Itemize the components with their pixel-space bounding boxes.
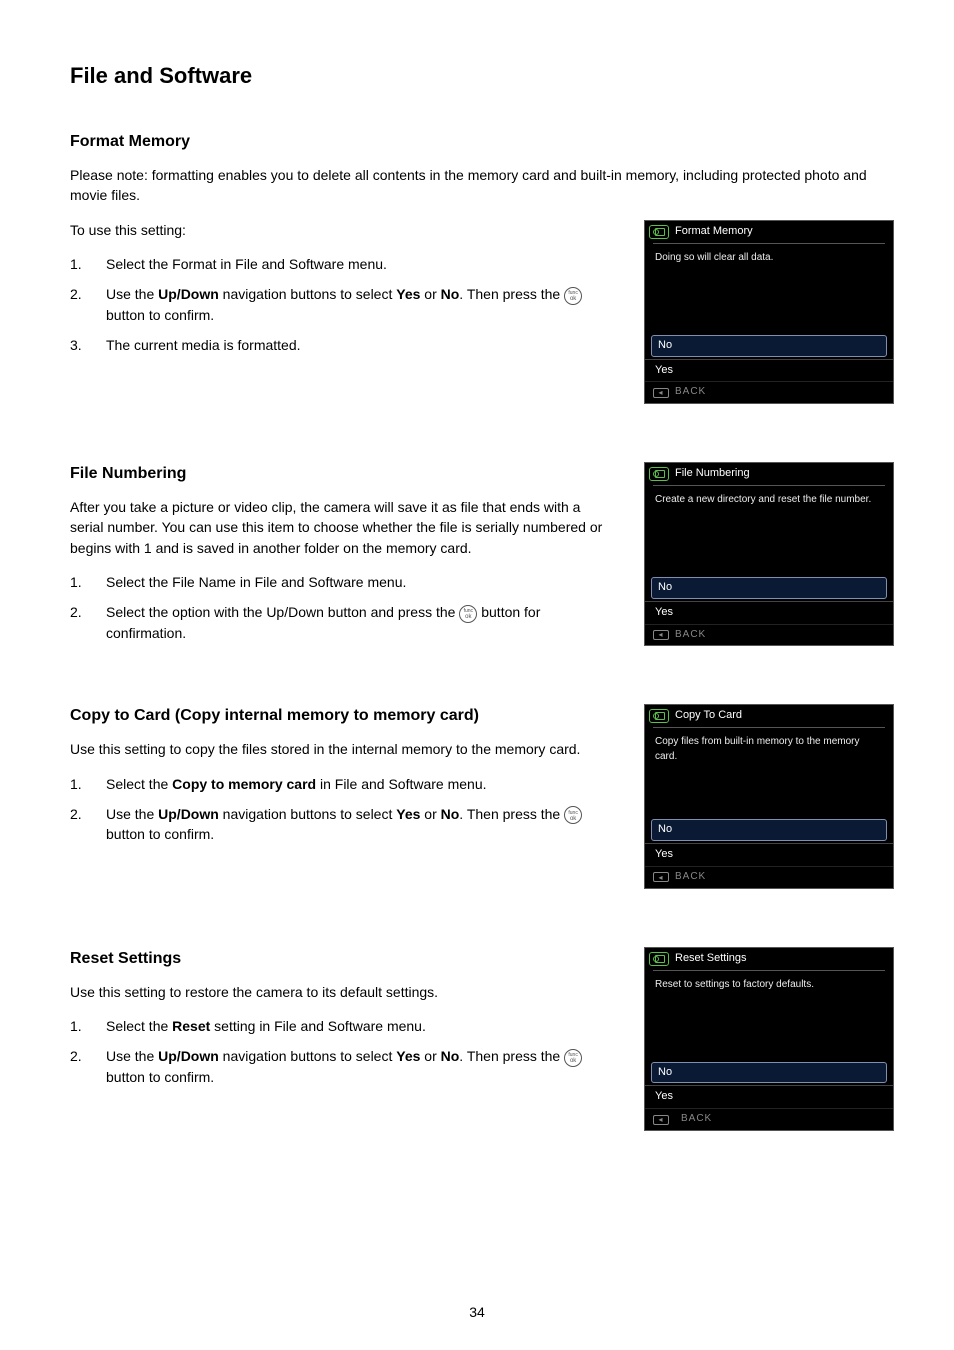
back-icon: ◂ bbox=[653, 388, 669, 398]
screenshot-copy-to-card: Copy To Card Copy files from built-in me… bbox=[644, 704, 894, 888]
section-format-memory: Format Memory Please note: formatting en… bbox=[70, 130, 894, 434]
setup-icon bbox=[649, 952, 669, 966]
back-icon: ◂ bbox=[653, 872, 669, 882]
setup-icon bbox=[649, 709, 669, 723]
setup-icon bbox=[649, 467, 669, 481]
panel-description: Copy files from built-in memory to the m… bbox=[645, 727, 893, 817]
panel-description: Create a new directory and reset the fil… bbox=[645, 485, 893, 575]
panel-title: Copy To Card bbox=[675, 708, 742, 724]
back-label: BACK bbox=[675, 870, 706, 885]
option-no: No bbox=[651, 819, 887, 841]
list-item: Use the Up/Down navigation buttons to se… bbox=[70, 804, 614, 845]
option-yes: Yes bbox=[645, 1085, 893, 1109]
panel-description: Doing so will clear all data. bbox=[645, 243, 893, 333]
list-item: Use the Up/Down navigation buttons to se… bbox=[70, 284, 614, 325]
back-icon: ◂ bbox=[653, 630, 669, 640]
option-yes: Yes bbox=[645, 359, 893, 383]
text-filenum-intro: After you take a picture or video clip, … bbox=[70, 497, 614, 558]
text-format-intro: Please note: formatting enables you to d… bbox=[70, 165, 894, 206]
list-filenum-steps: Select the File Name in File and Softwar… bbox=[70, 572, 614, 643]
list-format-steps: Select the Format in File and Software m… bbox=[70, 254, 614, 355]
panel-description: Reset to settings to factory defaults. bbox=[645, 970, 893, 1060]
back-label: BACK bbox=[675, 628, 706, 643]
option-yes: Yes bbox=[645, 843, 893, 867]
list-item: Select the option with the Up/Down butto… bbox=[70, 602, 614, 643]
list-reset-steps: Select the Reset setting in File and Sof… bbox=[70, 1016, 614, 1087]
option-no: No bbox=[651, 335, 887, 357]
setup-icon bbox=[649, 225, 669, 239]
panel-title: Reset Settings bbox=[675, 951, 747, 967]
list-item: The current media is formatted. bbox=[70, 335, 614, 355]
list-item: Use the Up/Down navigation buttons to se… bbox=[70, 1046, 614, 1087]
text-reset-intro: Use this setting to restore the camera t… bbox=[70, 982, 614, 1002]
option-yes: Yes bbox=[645, 601, 893, 625]
screenshot-file-numbering: File Numbering Create a new directory an… bbox=[644, 462, 894, 646]
screenshot-reset-settings: Reset Settings Reset to settings to fact… bbox=[644, 947, 894, 1131]
option-no: No bbox=[651, 1062, 887, 1084]
list-item: Select the Format in File and Software m… bbox=[70, 254, 614, 274]
list-item: Select the File Name in File and Softwar… bbox=[70, 572, 614, 592]
section-copy-to-card: Copy to Card (Copy internal memory to me… bbox=[70, 704, 894, 918]
list-item: Select the Copy to memory card in File a… bbox=[70, 774, 614, 794]
list-copy-steps: Select the Copy to memory card in File a… bbox=[70, 774, 614, 845]
func-ok-icon: funcok bbox=[564, 287, 582, 305]
func-ok-icon: funcok bbox=[564, 806, 582, 824]
back-label: BACK bbox=[681, 1112, 712, 1127]
page-title: File and Software bbox=[70, 60, 894, 92]
back-label: BACK bbox=[675, 385, 706, 400]
panel-title: File Numbering bbox=[675, 466, 750, 482]
heading-reset-settings: Reset Settings bbox=[70, 947, 614, 970]
section-reset-settings: Reset Settings Use this setting to resto… bbox=[70, 947, 894, 1161]
text-format-lead: To use this setting: bbox=[70, 220, 614, 240]
heading-format-memory: Format Memory bbox=[70, 130, 894, 153]
heading-copy-to-card: Copy to Card (Copy internal memory to me… bbox=[70, 704, 614, 727]
heading-file-numbering: File Numbering bbox=[70, 462, 614, 485]
func-ok-icon: funcok bbox=[564, 1049, 582, 1067]
panel-title: Format Memory bbox=[675, 224, 753, 240]
func-ok-icon: funcok bbox=[459, 605, 477, 623]
option-no: No bbox=[651, 577, 887, 599]
section-file-numbering: File Numbering After you take a picture … bbox=[70, 462, 894, 676]
page-number: 34 bbox=[469, 1302, 485, 1322]
list-item: Select the Reset setting in File and Sof… bbox=[70, 1016, 614, 1036]
text-copy-intro: Use this setting to copy the files store… bbox=[70, 739, 614, 759]
back-icon: ◂ bbox=[653, 1115, 669, 1125]
screenshot-format-memory: Format Memory Doing so will clear all da… bbox=[644, 220, 894, 404]
